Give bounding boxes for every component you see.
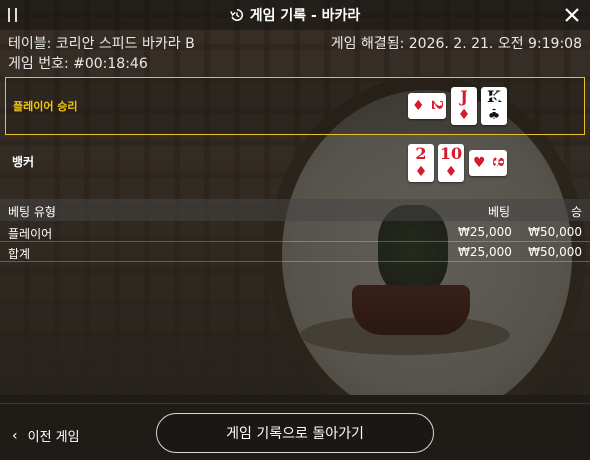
bet-amount: ₩25,000 (458, 225, 512, 239)
chevron-left-icon: ‹ (12, 427, 18, 444)
history-icon (229, 8, 243, 22)
back-to-history-button[interactable]: 게임 기록으로 돌아가기 (156, 413, 434, 453)
playing-card: J ♦ (451, 87, 477, 125)
player-result-row: 플레이어 승리 ♦ 2 J ♦ K ♣ 2 (5, 77, 585, 135)
player-result-label: 플레이어 승리 (13, 100, 78, 113)
page-title: 게임 기록 - 바카라 (249, 8, 361, 24)
playing-card: 10 ♦ (438, 144, 464, 182)
bet-amount-header: 베팅 (488, 205, 511, 219)
table-row: 합계 ₩25,000 ₩50,000 (0, 242, 590, 262)
bet-type: 플레이어 (8, 227, 53, 241)
title-group: 게임 기록 - 바카라 (0, 0, 590, 30)
player-score: 2 (487, 93, 501, 118)
bet-type-header: 베팅 유형 (8, 205, 56, 219)
banker-result-label: 뱅커 (12, 155, 35, 169)
win-amount: ₩50,000 (528, 225, 582, 239)
win-amount: ₩50,000 (528, 245, 582, 259)
banker-score: 0 (486, 149, 500, 174)
resolved-time: 게임 해결됨: 2026. 2. 21. 오전 9:19:08 (330, 36, 582, 52)
playing-card: 2 ♦ (408, 144, 434, 182)
win-amount-header: 승 (570, 205, 582, 219)
top-bar: 게임 기록 - 바카라 (0, 0, 590, 30)
previous-game-label: 이전 게임 (27, 430, 80, 445)
bet-amount: ₩25,000 (458, 245, 512, 259)
bets-table-header: 베팅 유형 베팅 승 (0, 199, 590, 221)
table-row: 플레이어 ₩25,000 ₩50,000 (0, 222, 590, 242)
previous-game-button[interactable]: ‹ 이전 게임 (12, 426, 80, 446)
game-number: 게임 번호: #00:18:46 (8, 56, 148, 72)
table-name: 테이블: 코리안 스피드 바카라 B (8, 36, 195, 52)
banker-result-row: 뱅커 2 ♦ 10 ♦ ♥ 8 0 (5, 136, 585, 192)
bet-type: 합계 (8, 247, 31, 261)
divider (0, 403, 590, 404)
playing-card: ♦ 2 (408, 93, 446, 119)
close-icon[interactable] (563, 6, 581, 24)
